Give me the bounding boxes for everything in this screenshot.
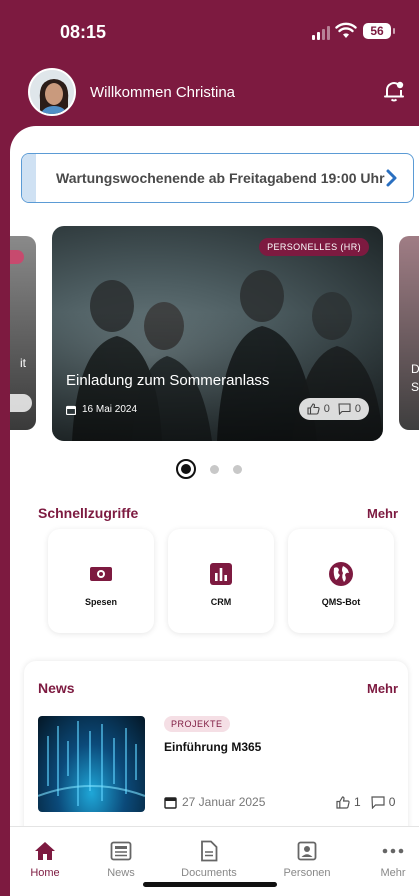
carousel-card-next[interactable]: D S [399, 236, 419, 430]
quick-tile-spesen[interactable]: Spesen [48, 529, 154, 633]
reaction-pill[interactable]: 0 0 [298, 398, 369, 420]
avatar[interactable] [28, 68, 76, 116]
document-icon [201, 840, 218, 862]
tab-label: Mehr [380, 867, 406, 879]
app-header: Willkommen Christina [0, 64, 419, 124]
news-reactions[interactable]: 1 0 [336, 795, 395, 809]
news-date: 27 Januar 2025 [164, 795, 265, 809]
category-badge [10, 250, 24, 264]
welcome-text: Willkommen Christina [90, 84, 236, 101]
calendar-icon [164, 796, 177, 809]
comment-icon [371, 795, 385, 809]
quick-access-more-link[interactable]: Mehr [367, 506, 398, 521]
news-date-text: 27 Januar 2025 [182, 795, 266, 809]
person-icon [297, 841, 317, 861]
card-date: 16 Mai 2024 [66, 404, 137, 415]
more-dots-icon [382, 848, 404, 854]
notification-bell-icon[interactable] [384, 80, 404, 102]
next-card-title: D S [411, 362, 419, 394]
category-badge: PERSONELLES (HR) [259, 238, 369, 256]
tab-label: Documents [181, 867, 237, 879]
wifi-icon [335, 22, 357, 38]
quick-tile-crm[interactable]: CRM [168, 529, 274, 633]
news-like-count: 1 [354, 795, 361, 809]
like-count: 0 [323, 403, 330, 415]
home-icon [35, 842, 55, 860]
signal-icon [312, 26, 330, 40]
news-thumbnail[interactable] [38, 716, 145, 812]
status-time: 08:15 [60, 22, 107, 42]
battery-indicator: 56 [363, 23, 395, 39]
pagination-dot[interactable] [233, 464, 242, 474]
pagination-dot[interactable] [210, 464, 219, 474]
carousel-card-main[interactable]: PERSONELLES (HR) Einladung zum Sommeranl… [52, 226, 383, 441]
comment-count: 0 [354, 403, 361, 415]
news-item-title[interactable]: Einführung M365 [164, 740, 261, 754]
thumbs-up-icon [336, 795, 350, 809]
quick-tile-label: QMS-Bot [321, 597, 361, 607]
money-icon [90, 567, 112, 581]
chart-icon [210, 563, 232, 585]
carousel-card-previous[interactable]: it [10, 236, 36, 430]
status-bar: 08:15 56 [0, 0, 419, 64]
pagination-dot-active[interactable] [176, 459, 196, 479]
tab-documents[interactable]: Documents [174, 839, 244, 879]
quick-tile-label: Spesen [84, 597, 117, 607]
maintenance-banner[interactable]: Wartungswochenende ab Freitagabend 19:00… [21, 153, 414, 203]
tab-mehr[interactable]: Mehr [358, 839, 419, 879]
comment-icon [338, 403, 351, 415]
tab-news[interactable]: News [86, 839, 156, 879]
quick-tile-label: CRM [210, 597, 232, 607]
carousel-pagination [176, 459, 242, 479]
previous-card-title: it [20, 356, 26, 370]
banner-text: Wartungswochenende ab Freitagabend 19:00… [56, 170, 385, 186]
digital-lines-image [38, 721, 145, 806]
quick-access-title: Schnellzugriffe [38, 505, 139, 521]
reaction-pill [10, 394, 32, 412]
calendar-icon [66, 405, 76, 415]
tab-label: Home [30, 867, 60, 879]
globe-icon [329, 562, 353, 586]
tab-personen[interactable]: Personen [272, 839, 342, 879]
chevron-right-icon [386, 169, 397, 187]
news-more-link[interactable]: Mehr [367, 681, 398, 696]
banner-stripe [22, 154, 36, 202]
card-date-text: 16 Mai 2024 [82, 404, 138, 415]
news-category-tag: PROJEKTE [164, 716, 230, 732]
thumbs-up-icon [307, 403, 320, 415]
tab-home[interactable]: Home [10, 839, 80, 879]
newspaper-icon [110, 841, 132, 861]
app-screen: 08:15 56 Willkommen Christina Wartungswo… [0, 0, 419, 896]
card-title: Einladung zum Sommeranlass [66, 372, 270, 389]
news-title: News [38, 680, 75, 696]
tab-label: Personen [283, 867, 331, 879]
quick-tile-qms-bot[interactable]: QMS-Bot [288, 529, 394, 633]
news-comment-count: 0 [388, 795, 396, 809]
home-indicator [143, 882, 277, 887]
tab-label: News [107, 867, 135, 879]
